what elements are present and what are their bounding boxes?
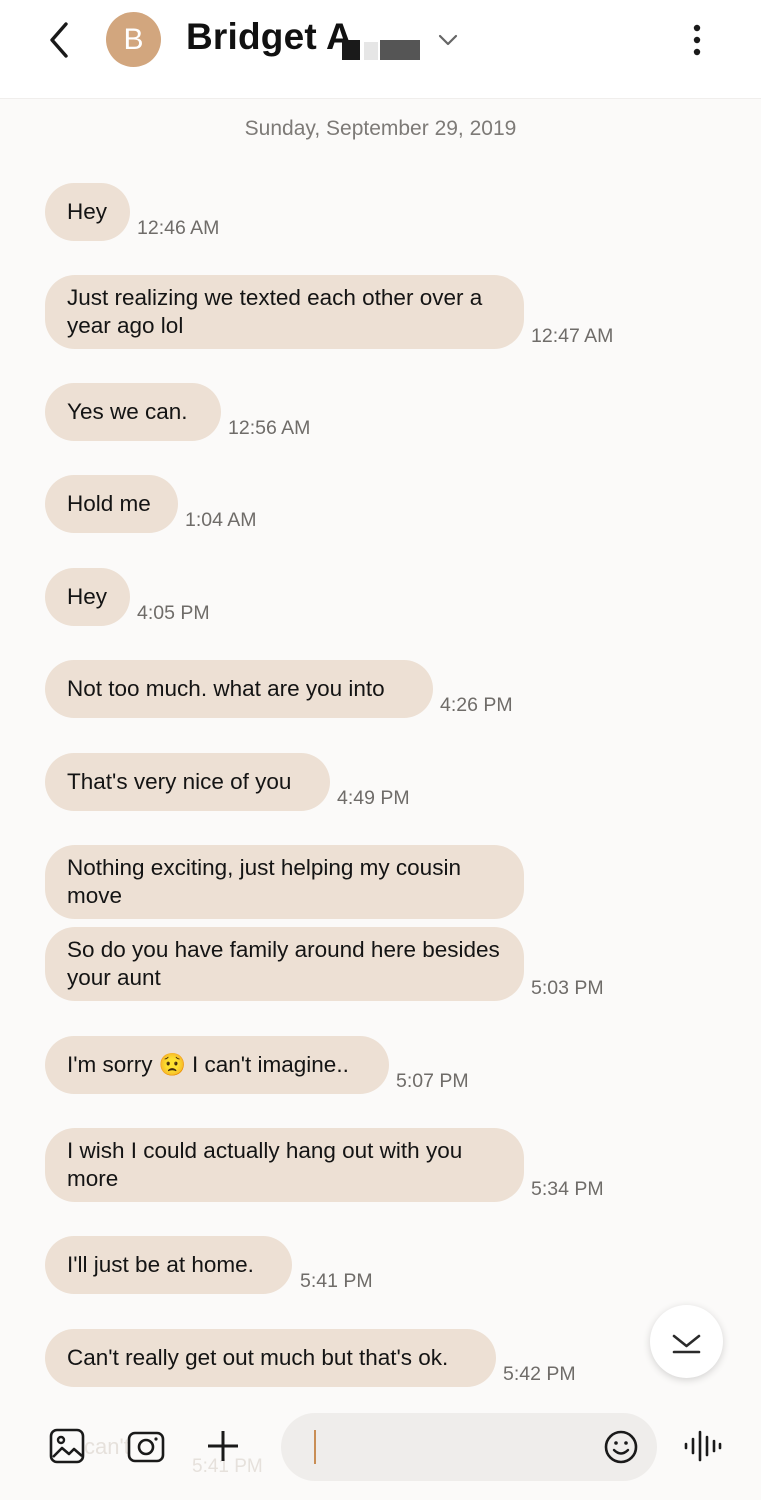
- message-bubble[interactable]: I'll just be at home.: [45, 1236, 292, 1294]
- avatar[interactable]: B: [106, 12, 161, 67]
- message-bubble[interactable]: Yes we can.: [45, 383, 221, 441]
- message-time: 5:41 PM: [300, 1270, 373, 1292]
- emoji-icon[interactable]: [603, 1429, 639, 1465]
- message-time: 5:07 PM: [396, 1070, 469, 1092]
- message-bubble[interactable]: Not too much. what are you into: [45, 660, 433, 718]
- message-time: 5:03 PM: [531, 977, 604, 999]
- chevron-down-icon: [672, 1334, 701, 1354]
- worried-face-emoji: 😟: [158, 1052, 186, 1077]
- ghost-message-text: can't: [84, 1434, 130, 1459]
- camera-icon[interactable]: [127, 1428, 165, 1464]
- message-bubble[interactable]: Hey: [45, 183, 130, 241]
- message-bubble[interactable]: That's very nice of you: [45, 753, 330, 811]
- contact-name[interactable]: Bridget A: [186, 16, 353, 58]
- message-bubble[interactable]: Can't really get out much but that's ok.: [45, 1329, 496, 1387]
- message-time: 4:05 PM: [137, 602, 210, 624]
- message-time: 1:04 AM: [185, 509, 257, 531]
- more-vertical-icon[interactable]: [683, 20, 711, 60]
- plus-icon[interactable]: [205, 1428, 241, 1464]
- text-cursor: [314, 1430, 316, 1464]
- message-time: 4:49 PM: [337, 787, 410, 809]
- message-text: Hey: [67, 199, 108, 224]
- image-icon[interactable]: [49, 1428, 85, 1464]
- message-text: Yes we can.: [67, 399, 188, 424]
- redaction-block: [364, 42, 378, 60]
- redaction-block: [380, 40, 420, 60]
- message-text: I can't imagine..: [191, 1052, 349, 1077]
- voice-waveform-icon[interactable]: [683, 1428, 723, 1464]
- conversation-header: B Bridget A: [0, 0, 761, 99]
- chevron-down-icon[interactable]: [436, 28, 460, 52]
- back-arrow-icon[interactable]: [40, 20, 80, 60]
- redaction-block: [342, 40, 360, 60]
- message-bubble[interactable]: Nothing exciting, just helping my cousin…: [45, 845, 524, 919]
- message-text: Hold me: [67, 491, 151, 516]
- message-input[interactable]: [281, 1413, 657, 1481]
- message-bubble[interactable]: I wish I could actually hang out with yo…: [45, 1128, 524, 1202]
- scroll-to-bottom-button[interactable]: [650, 1305, 723, 1378]
- message-bubble[interactable]: Hold me: [45, 475, 178, 533]
- message-text: Nothing exciting, just helping my cousin…: [67, 855, 461, 908]
- message-bubble[interactable]: So do you have family around here beside…: [45, 927, 524, 1001]
- message-text: So do you have family around here beside…: [67, 937, 500, 990]
- message-text: I'll just be at home.: [67, 1252, 254, 1277]
- message-text: I'm sorry: [67, 1052, 153, 1077]
- message-text: That's very nice of you: [67, 769, 292, 794]
- message-time: 5:42 PM: [503, 1363, 576, 1385]
- message-time: 4:26 PM: [440, 694, 513, 716]
- message-bubble[interactable]: Just realizing we texted each other over…: [45, 275, 524, 349]
- message-text: Not too much. what are you into: [67, 676, 385, 701]
- message-time: 12:56 AM: [228, 417, 311, 439]
- message-time: 12:47 AM: [531, 325, 614, 347]
- message-time: 5:34 PM: [531, 1178, 604, 1200]
- message-bubble[interactable]: Hey: [45, 568, 130, 626]
- message-text: Just realizing we texted each other over…: [67, 285, 483, 338]
- message-time: 12:46 AM: [137, 217, 220, 239]
- message-text: Hey: [67, 584, 108, 609]
- message-bubble[interactable]: I'm sorry 😟 I can't imagine..: [45, 1036, 389, 1094]
- message-text: I wish I could actually hang out with yo…: [67, 1138, 463, 1191]
- date-separator: Sunday, September 29, 2019: [244, 117, 517, 140]
- message-text: Can't really get out much but that's ok.: [67, 1345, 449, 1370]
